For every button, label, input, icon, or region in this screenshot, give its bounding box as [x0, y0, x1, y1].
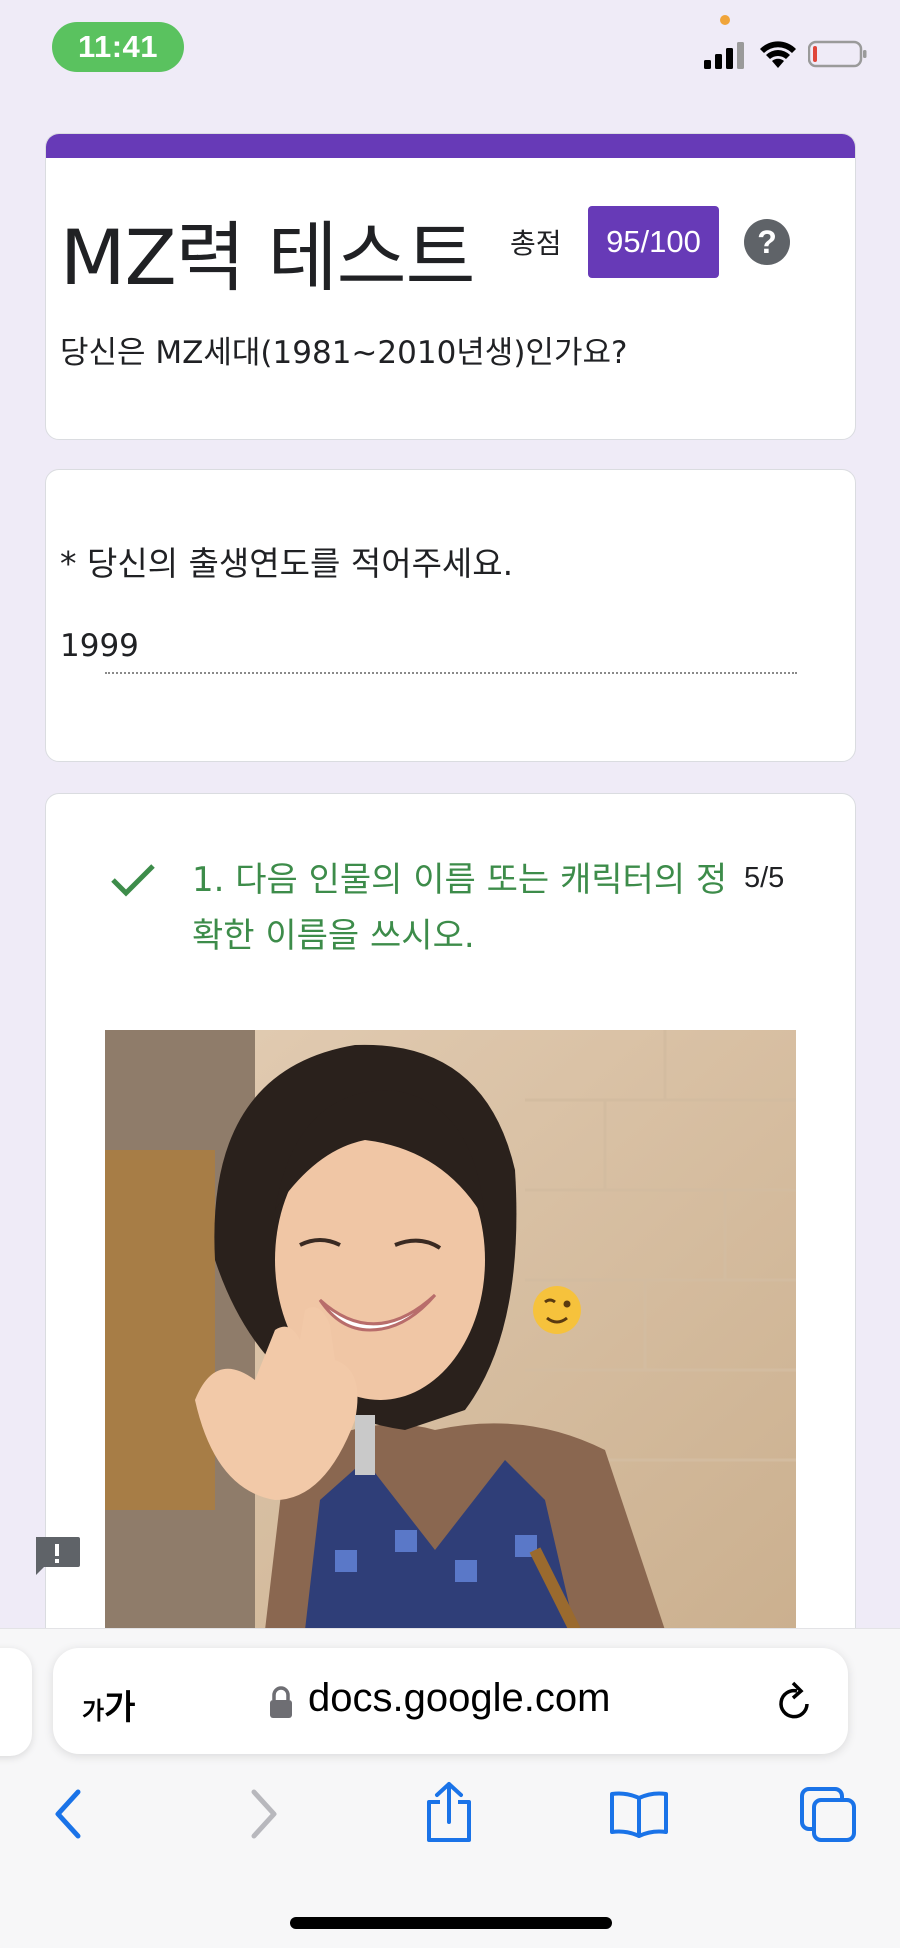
bookmarks-icon[interactable]: [608, 1790, 670, 1838]
feedback-icon[interactable]: [32, 1535, 82, 1577]
status-bar: 11:41: [0, 0, 900, 100]
birth-year-card: [45, 469, 856, 762]
battery-icon: [808, 40, 867, 68]
birth-year-label: * 당신의 출생연도를 적어주세요.: [60, 544, 514, 583]
birth-year-answer: 1999: [60, 628, 139, 664]
form-title: MZ력 테스트: [60, 213, 475, 302]
question-title: 1. 다음 인물의 이름 또는 캐릭터의 정확한 이름을 쓰시오.: [192, 860, 728, 956]
url-text[interactable]: docs.google.com: [308, 1676, 610, 1721]
total-score-badge: 95/100: [588, 206, 719, 278]
form-description: 당신은 MZ세대(1981~2010년생)인가요?: [60, 335, 628, 371]
home-indicator: [290, 1917, 612, 1929]
form-accent-bar: [46, 134, 855, 158]
question-points: 5/5: [744, 862, 785, 894]
answer-underline: [105, 672, 797, 674]
privacy-indicator-dot: [720, 15, 730, 25]
total-score-label: 총점: [510, 227, 562, 260]
check-icon: [111, 864, 155, 897]
question-photo: [105, 1030, 796, 1630]
tabs-icon[interactable]: [798, 1785, 858, 1843]
wifi-icon: [760, 41, 796, 68]
lock-icon: [270, 1686, 292, 1718]
signal-icon: [704, 42, 744, 69]
forward-icon[interactable]: [248, 1788, 280, 1840]
status-time: 11:41: [52, 22, 184, 72]
reload-icon[interactable]: [775, 1680, 815, 1722]
back-icon[interactable]: [52, 1788, 84, 1840]
share-icon[interactable]: [423, 1780, 475, 1844]
previous-tab-peek[interactable]: [0, 1648, 32, 1756]
text-size-button[interactable]: 가가: [82, 1680, 135, 1729]
help-icon[interactable]: ?: [744, 219, 790, 265]
